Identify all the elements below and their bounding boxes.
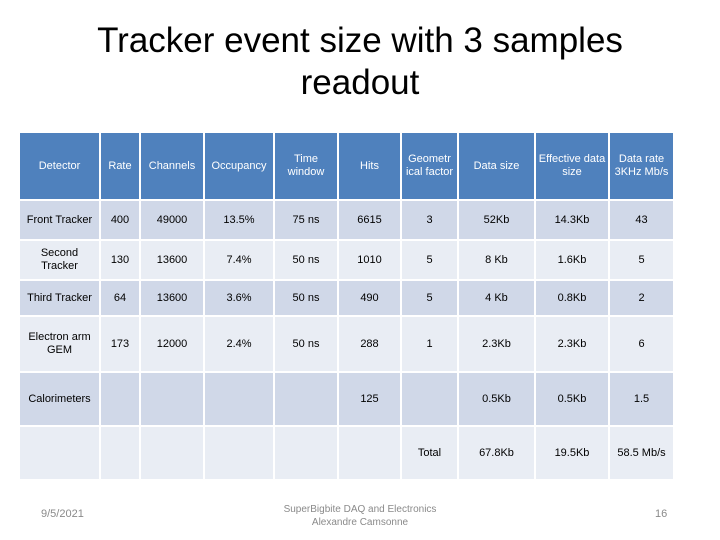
cell-effective-data-size: 14.3Kb xyxy=(536,201,608,239)
table-header-row: Detector Rate Channels Occupancy Time wi… xyxy=(20,133,673,199)
footer-author: Alexandre Camsonne xyxy=(311,517,409,528)
cell-detector: Electron arm GEM xyxy=(20,317,99,371)
cell-rate: 173 xyxy=(101,317,139,371)
cell-occupancy xyxy=(205,427,273,479)
cell-hits: 6615 xyxy=(339,201,400,239)
cell-data-size: 2.3Kb xyxy=(459,317,534,371)
cell-detector: Calorimeters xyxy=(20,373,99,425)
cell-hits: 490 xyxy=(339,281,400,315)
cell-rate: 130 xyxy=(101,241,139,279)
cell-geometrical-factor: 5 xyxy=(402,281,457,315)
cell-data-rate: 43 xyxy=(610,201,673,239)
cell-channels: 12000 xyxy=(141,317,203,371)
cell-effective-data-size: 0.8Kb xyxy=(536,281,608,315)
cell-time-window: 50 ns xyxy=(275,317,337,371)
table-row: Electron arm GEM 173 12000 2.4% 50 ns 28… xyxy=(20,317,673,371)
table-row: Calorimeters 125 0.5Kb 0.5Kb 1.5 xyxy=(20,373,673,425)
cell-geometrical-factor: 3 xyxy=(402,201,457,239)
cell-channels xyxy=(141,373,203,425)
cell-time-window: 75 ns xyxy=(275,201,337,239)
header-geometrical-factor: Geometr ical factor xyxy=(402,133,457,199)
header-time-window: Time window xyxy=(275,133,337,199)
header-data-size: Data size xyxy=(459,133,534,199)
cell-hits: 288 xyxy=(339,317,400,371)
cell-time-window: 50 ns xyxy=(275,281,337,315)
cell-channels: 13600 xyxy=(141,241,203,279)
cell-detector: Front Tracker xyxy=(20,201,99,239)
cell-rate: 64 xyxy=(101,281,139,315)
cell-data-rate: 6 xyxy=(610,317,673,371)
cell-occupancy: 2.4% xyxy=(205,317,273,371)
event-size-table: Detector Rate Channels Occupancy Time wi… xyxy=(18,131,675,481)
slide-title: Tracker event size with 3 samples readou… xyxy=(97,21,623,102)
header-hits: Hits xyxy=(339,133,400,199)
header-detector: Detector xyxy=(20,133,99,199)
header-channels: Channels xyxy=(141,133,203,199)
cell-rate: 400 xyxy=(101,201,139,239)
header-occupancy: Occupancy xyxy=(205,133,273,199)
table-row: Front Tracker 400 49000 13.5% 75 ns 6615… xyxy=(20,201,673,239)
cell-geometrical-factor: 5 xyxy=(402,241,457,279)
header-data-rate: Data rate 3KHz Mb/s xyxy=(610,133,673,199)
slide-number: 16 xyxy=(655,508,668,520)
cell-geometrical-factor xyxy=(402,373,457,425)
cell-data-rate: 5 xyxy=(610,241,673,279)
cell-hits: 1010 xyxy=(339,241,400,279)
cell-detector: Third Tracker xyxy=(20,281,99,315)
cell-data-size: 0.5Kb xyxy=(459,373,534,425)
cell-channels: 49000 xyxy=(141,201,203,239)
cell-channels: 13600 xyxy=(141,281,203,315)
total-label: Total xyxy=(402,427,457,479)
cell-hits: 125 xyxy=(339,373,400,425)
total-effective-data-size: 19.5Kb xyxy=(536,427,608,479)
cell-occupancy: 3.6% xyxy=(205,281,273,315)
footer-center: SuperBigbite DAQ and Electronics Alexand… xyxy=(250,503,470,529)
cell-data-size: 4 Kb xyxy=(459,281,534,315)
cell-time-window: 50 ns xyxy=(275,241,337,279)
cell-detector: Second Tracker xyxy=(20,241,99,279)
cell-data-rate: 2 xyxy=(610,281,673,315)
footer-date: 9/5/2021 xyxy=(41,508,84,520)
total-data-rate: 58.5 Mb/s xyxy=(610,427,673,479)
table-row: Third Tracker 64 13600 3.6% 50 ns 490 5 … xyxy=(20,281,673,315)
cell-data-rate: 1.5 xyxy=(610,373,673,425)
cell-occupancy: 13.5% xyxy=(205,201,273,239)
cell-channels xyxy=(141,427,203,479)
cell-occupancy xyxy=(205,373,273,425)
cell-data-size: 52Kb xyxy=(459,201,534,239)
cell-data-size: 8 Kb xyxy=(459,241,534,279)
cell-effective-data-size: 2.3Kb xyxy=(536,317,608,371)
cell-effective-data-size: 0.5Kb xyxy=(536,373,608,425)
cell-hits xyxy=(339,427,400,479)
cell-time-window xyxy=(275,427,337,479)
cell-geometrical-factor: 1 xyxy=(402,317,457,371)
cell-time-window xyxy=(275,373,337,425)
footer-event-title: SuperBigbite DAQ and Electronics xyxy=(283,504,437,515)
header-effective-data-size: Effective data size xyxy=(536,133,608,199)
cell-detector xyxy=(20,427,99,479)
table-total-row: Total 67.8Kb 19.5Kb 58.5 Mb/s xyxy=(20,427,673,479)
total-data-size: 67.8Kb xyxy=(459,427,534,479)
cell-rate xyxy=(101,427,139,479)
cell-effective-data-size: 1.6Kb xyxy=(536,241,608,279)
cell-rate xyxy=(101,373,139,425)
header-rate: Rate xyxy=(101,133,139,199)
table-row: Second Tracker 130 13600 7.4% 50 ns 1010… xyxy=(20,241,673,279)
cell-occupancy: 7.4% xyxy=(205,241,273,279)
